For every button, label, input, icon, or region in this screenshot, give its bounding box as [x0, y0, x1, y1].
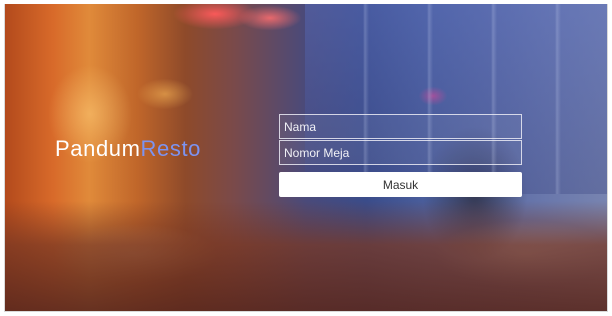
table-number-input[interactable]: [279, 140, 522, 165]
name-input[interactable]: [279, 114, 522, 139]
brand-name-part1: Pandum: [55, 136, 141, 161]
login-button[interactable]: Masuk: [279, 172, 522, 197]
brand-name-part2: Resto: [140, 136, 202, 161]
app-logo-text: PandumResto: [55, 136, 201, 162]
background-floor: [5, 201, 607, 311]
background-windows: [305, 4, 607, 194]
